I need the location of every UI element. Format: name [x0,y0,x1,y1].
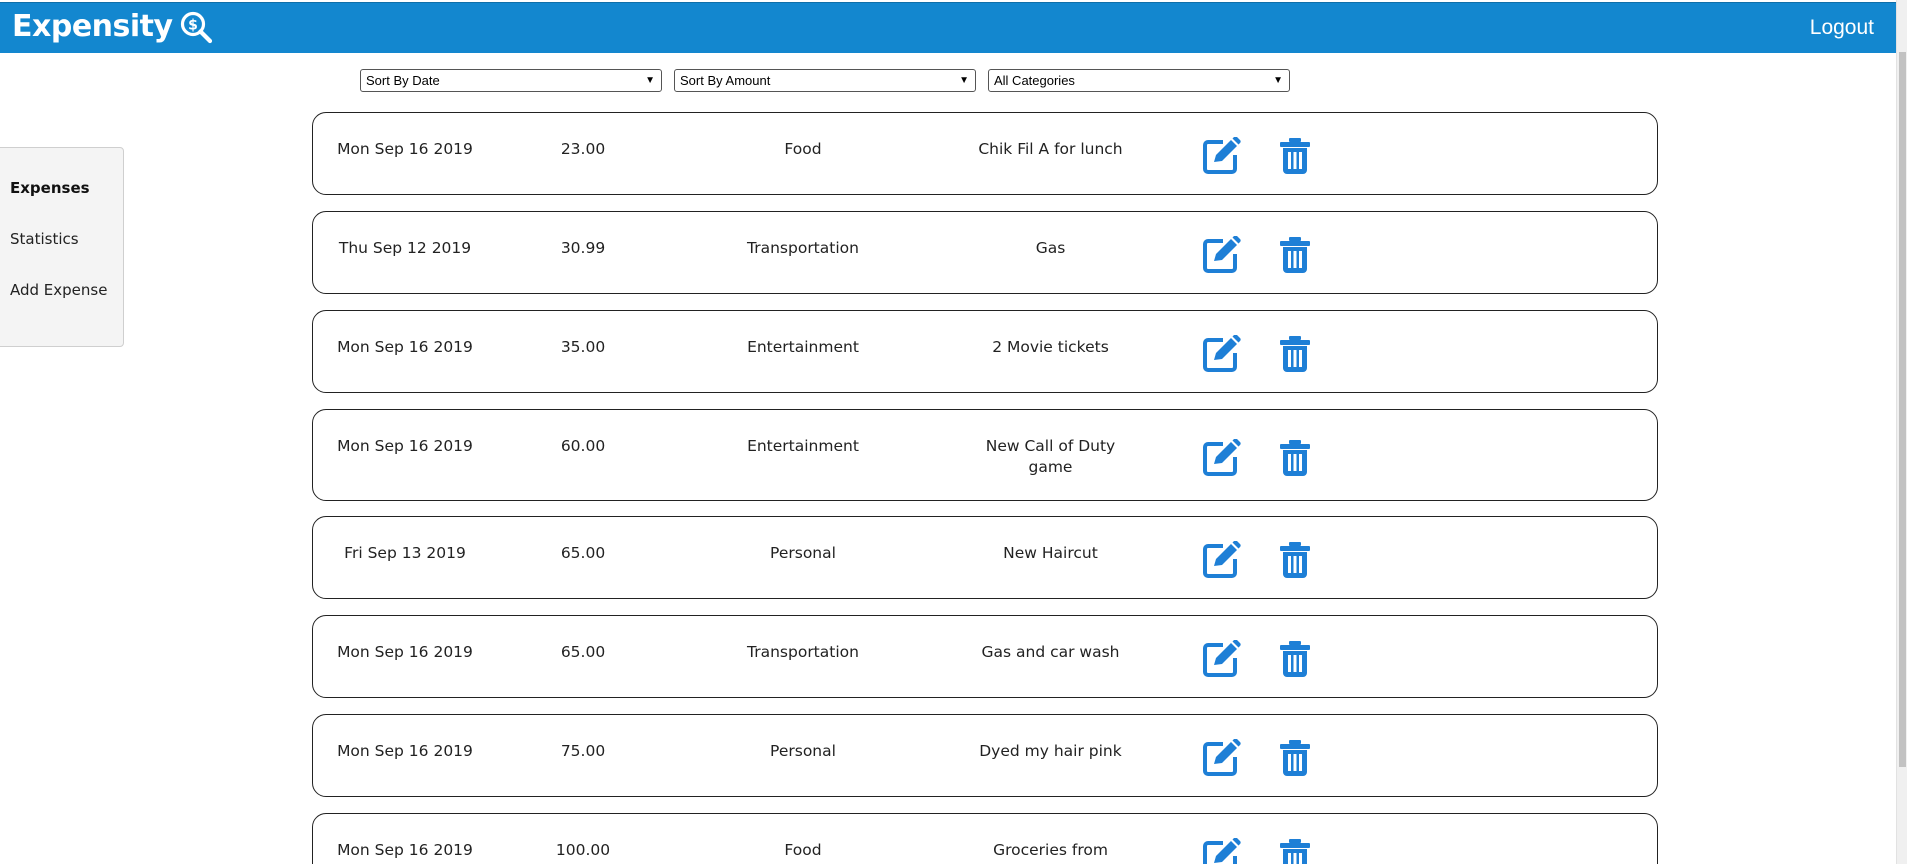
delete-button[interactable] [1276,335,1316,373]
delete-button[interactable] [1276,838,1316,864]
edit-icon [1203,439,1241,476]
expense-amount: 65.00 [560,643,606,661]
expense-row: Mon Sep 16 2019 75.00 Personal Dyed my h… [312,714,1658,797]
expense-category: Food [784,841,822,859]
edit-icon [1203,137,1241,174]
trash-icon [1280,641,1310,677]
expense-row: Thu Sep 12 2019 30.99 Transportation Gas [312,211,1658,294]
edit-button[interactable] [1201,739,1241,777]
dropdown-arrow-icon: ▼ [645,75,655,86]
sidebar-item-statistics[interactable]: Statistics [10,230,79,248]
expense-note: Gas [1035,239,1066,257]
expense-date: Mon Sep 16 2019 [337,742,473,760]
filter-bar: Sort By Date ▼ Sort By Amount ▼ All Cate… [360,69,1290,92]
svg-text:$: $ [188,18,198,34]
logout-link[interactable]: Logout [1810,15,1874,41]
dropdown-arrow-icon: ▼ [959,75,969,86]
top-nav-bar: Expensity $ Logout [0,2,1896,53]
expense-note: New Haircut [1003,544,1098,562]
edit-button[interactable] [1201,838,1241,864]
trash-icon [1280,839,1310,864]
expense-category: Transportation [747,643,859,661]
trash-icon [1280,542,1310,578]
expense-row: Mon Sep 16 2019 23.00 Food Chik Fil A fo… [312,112,1658,195]
expense-date: Mon Sep 16 2019 [337,437,473,455]
sort-by-amount-value: Sort By Amount [680,73,771,88]
vertical-scrollbar[interactable] [1896,0,1907,864]
expense-note: 2 Movie tickets [992,338,1109,356]
expense-amount: 65.00 [560,544,606,562]
expense-amount: 23.00 [560,140,606,158]
expense-amount: 100.00 [555,841,611,859]
expense-row: Mon Sep 16 2019 65.00 Transportation Gas… [312,615,1658,698]
delete-button[interactable] [1276,541,1316,579]
app-window: Expensity $ Logout Sort By Date ▼ Sort B… [0,0,1907,864]
sidebar-nav: Expenses Statistics Add Expense [0,147,124,347]
expense-row: Fri Sep 13 2019 65.00 Personal New Hairc… [312,516,1658,599]
expense-category: Food [784,140,822,158]
edit-icon [1203,838,1241,864]
expense-row: Mon Sep 16 2019 100.00 Food Groceries fr… [312,813,1658,864]
expense-date: Fri Sep 13 2019 [344,544,466,562]
scrollbar-thumb[interactable] [1899,52,1906,767]
edit-icon [1203,739,1241,776]
expense-date: Thu Sep 12 2019 [338,239,472,257]
sidebar-item-add-expense[interactable]: Add Expense [10,281,107,299]
expense-note: Gas and car wash [981,643,1120,661]
trash-icon [1280,740,1310,776]
expense-row: Mon Sep 16 2019 35.00 Entertainment 2 Mo… [312,310,1658,393]
expense-category: Entertainment [747,338,859,356]
expense-amount: 30.99 [560,239,606,257]
expense-amount: 60.00 [560,437,606,455]
expense-date: Mon Sep 16 2019 [337,643,473,661]
edit-button[interactable] [1201,640,1241,678]
edit-button[interactable] [1201,439,1241,477]
edit-button[interactable] [1201,335,1241,373]
expense-note: Groceries from Publix [993,841,1108,864]
delete-button[interactable] [1276,739,1316,777]
expense-category: Transportation [747,239,859,257]
expense-date: Mon Sep 16 2019 [337,140,473,158]
expense-category: Personal [770,544,836,562]
expense-amount: 75.00 [560,742,606,760]
delete-button[interactable] [1276,236,1316,274]
edit-button[interactable] [1201,137,1241,175]
edit-icon [1203,541,1241,578]
category-filter-value: All Categories [994,73,1075,88]
delete-button[interactable] [1276,137,1316,175]
expense-note: Dyed my hair pink [979,742,1122,760]
trash-icon [1280,237,1310,273]
sort-by-date-value: Sort By Date [366,73,440,88]
dollar-search-icon: $ [180,11,212,44]
expense-amount: 35.00 [560,338,606,356]
sort-by-date-select[interactable]: Sort By Date ▼ [360,69,662,92]
expense-note: Chik Fil A for lunch [978,140,1123,158]
expense-note: New Call of Duty game [985,437,1116,476]
edit-button[interactable] [1201,236,1241,274]
edit-icon [1203,236,1241,273]
expense-date: Mon Sep 16 2019 [337,338,473,356]
dropdown-arrow-icon: ▼ [1273,75,1283,86]
sort-by-amount-select[interactable]: Sort By Amount ▼ [674,69,976,92]
category-filter-select[interactable]: All Categories ▼ [988,69,1290,92]
brand-name: Expensity [12,9,173,44]
delete-button[interactable] [1276,640,1316,678]
trash-icon [1280,336,1310,372]
edit-icon [1203,335,1241,372]
edit-button[interactable] [1201,541,1241,579]
expense-row: Mon Sep 16 2019 60.00 Entertainment New … [312,409,1658,501]
trash-icon [1280,440,1310,476]
sidebar-item-expenses[interactable]: Expenses [10,179,90,197]
expense-category: Entertainment [747,437,859,455]
delete-button[interactable] [1276,439,1316,477]
expense-date: Mon Sep 16 2019 [337,841,473,859]
brand-logo[interactable]: Expensity $ [12,9,213,45]
edit-icon [1203,640,1241,677]
trash-icon [1280,138,1310,174]
expense-category: Personal [770,742,836,760]
